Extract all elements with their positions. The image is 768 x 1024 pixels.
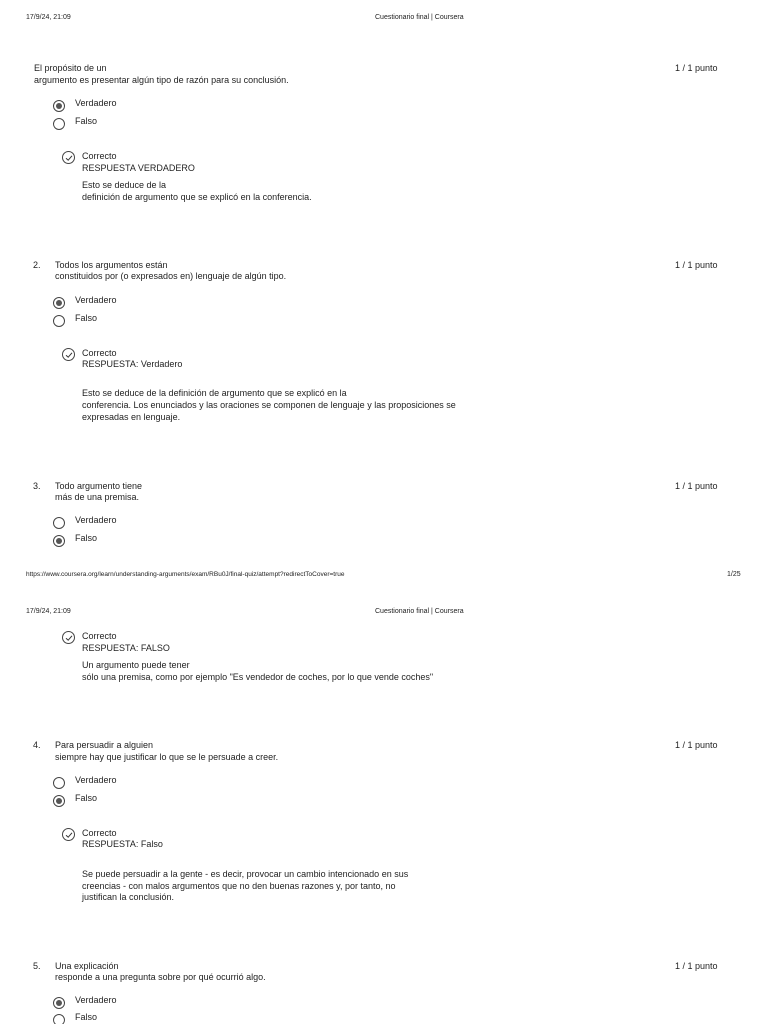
feedback-explanation-line: definición de argumento que se explicó e… bbox=[82, 192, 312, 202]
question-text-line: siempre hay que justificar lo que se le … bbox=[55, 752, 279, 762]
option-label: Verdadero bbox=[75, 515, 117, 525]
feedback-answer: RESPUESTA: Verdadero bbox=[82, 359, 183, 369]
check-circle-icon bbox=[62, 828, 75, 841]
question-text-line: constituidos por (o expresados en) lengu… bbox=[55, 271, 287, 281]
radio-selected-icon[interactable] bbox=[53, 795, 65, 807]
feedback-explanation-line: expresadas en lenguaje. bbox=[82, 412, 181, 422]
feedback-status: Correcto bbox=[82, 151, 117, 161]
option-label: Verdadero bbox=[75, 995, 117, 1005]
radio-unselected-icon[interactable] bbox=[53, 777, 65, 789]
option-falso[interactable]: Falso bbox=[51, 116, 251, 132]
feedback-answer: RESPUESTA VERDADERO bbox=[82, 163, 195, 173]
question-text-line: Para persuadir a alguien bbox=[55, 740, 154, 750]
question-text-line: más de una premisa. bbox=[55, 492, 140, 502]
radio-unselected-icon[interactable] bbox=[53, 1014, 65, 1024]
print-url: https://www.coursera.org/learn/understan… bbox=[26, 571, 345, 578]
option-falso[interactable]: Falso bbox=[51, 533, 251, 549]
print-datetime: 17/9/24, 21:09 bbox=[26, 608, 71, 615]
option-verdadero[interactable]: Verdadero bbox=[51, 515, 251, 531]
question-number: 3. bbox=[33, 481, 41, 491]
question-score: 1 / 1 punto bbox=[675, 63, 718, 73]
feedback-explanation-line: Esto se deduce de la definición de argum… bbox=[82, 388, 347, 398]
feedback-status: Correcto bbox=[82, 631, 117, 641]
feedback-status: Correcto bbox=[82, 828, 117, 838]
question-score: 1 / 1 punto bbox=[675, 740, 718, 750]
option-verdadero[interactable]: Verdadero bbox=[51, 98, 251, 114]
question-text-line: Todos los argumentos están bbox=[55, 260, 168, 270]
question-number: 2. bbox=[33, 260, 41, 270]
radio-selected-icon[interactable] bbox=[53, 997, 65, 1009]
radio-unselected-icon[interactable] bbox=[53, 118, 65, 130]
radio-unselected-icon[interactable] bbox=[53, 517, 65, 529]
feedback-explanation-line: sólo una premisa, como por ejemplo "Es v… bbox=[82, 672, 434, 682]
question-score: 1 / 1 punto bbox=[675, 481, 718, 491]
question-number: 4. bbox=[33, 740, 41, 750]
question-score: 1 / 1 punto bbox=[675, 260, 718, 270]
feedback-explanation-line: justifican la conclusión. bbox=[82, 892, 175, 902]
radio-unselected-icon[interactable] bbox=[53, 315, 65, 327]
check-circle-icon bbox=[62, 631, 75, 644]
option-label: Verdadero bbox=[75, 295, 117, 305]
question-text-line: El propósito de un bbox=[34, 63, 107, 73]
option-falso[interactable]: Falso bbox=[51, 1012, 251, 1024]
print-doc-title: Cuestionario final | Coursera bbox=[375, 14, 464, 21]
option-label: Falso bbox=[75, 313, 98, 323]
radio-selected-icon[interactable] bbox=[53, 297, 65, 309]
question-text-line: argumento es presentar algún tipo de raz… bbox=[34, 75, 289, 85]
print-page-number: 1/25 bbox=[727, 571, 741, 578]
option-label: Falso bbox=[75, 116, 98, 126]
option-verdadero[interactable]: Verdadero bbox=[51, 295, 251, 311]
question-text-line: Todo argumento tiene bbox=[55, 481, 143, 491]
feedback-answer: RESPUESTA: FALSO bbox=[82, 643, 170, 653]
option-verdadero[interactable]: Verdadero bbox=[51, 775, 251, 791]
feedback-explanation-line: conferencia. Los enunciados y las oracio… bbox=[82, 400, 456, 410]
radio-selected-icon[interactable] bbox=[53, 535, 65, 547]
question-text-line: Una explicación bbox=[55, 961, 119, 971]
feedback-answer: RESPUESTA: Falso bbox=[82, 839, 163, 849]
check-circle-icon bbox=[62, 151, 75, 164]
option-label: Verdadero bbox=[75, 98, 117, 108]
option-label: Falso bbox=[75, 533, 98, 543]
question-number: 5. bbox=[33, 961, 41, 971]
option-label: Verdadero bbox=[75, 775, 117, 785]
question-score: 1 / 1 punto bbox=[675, 961, 718, 971]
option-falso[interactable]: Falso bbox=[51, 793, 251, 809]
feedback-explanation-line: creencias - con malos argumentos que no … bbox=[82, 881, 396, 891]
radio-selected-icon[interactable] bbox=[53, 100, 65, 112]
feedback-explanation-line: Se puede persuadir a la gente - es decir… bbox=[82, 869, 409, 879]
print-datetime: 17/9/24, 21:09 bbox=[26, 14, 71, 21]
check-circle-icon bbox=[62, 348, 75, 361]
question-text-line: responde a una pregunta sobre por qué oc… bbox=[55, 972, 266, 982]
option-falso[interactable]: Falso bbox=[51, 313, 251, 329]
option-label: Falso bbox=[75, 1012, 98, 1022]
feedback-explanation-line: Un argumento puede tener bbox=[82, 660, 190, 670]
option-label: Falso bbox=[75, 793, 98, 803]
print-doc-title: Cuestionario final | Coursera bbox=[375, 608, 464, 615]
feedback-explanation-line: Esto se deduce de la bbox=[82, 180, 167, 190]
option-verdadero[interactable]: Verdadero bbox=[51, 995, 251, 1011]
feedback-status: Correcto bbox=[82, 348, 117, 358]
